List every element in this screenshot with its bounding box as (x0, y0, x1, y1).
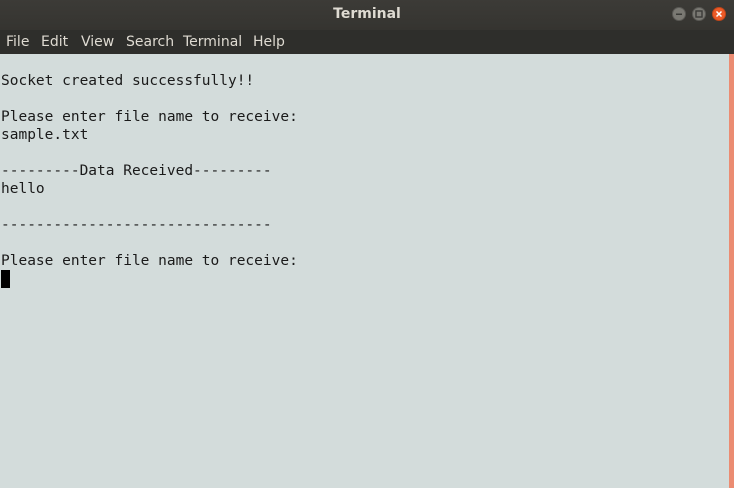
menu-help[interactable]: Help (253, 34, 285, 50)
menu-bar: File Edit View Search Terminal Help (0, 30, 734, 54)
terminal-line: Please enter file name to receive: (1, 253, 298, 269)
terminal-output[interactable]: Socket created successfully!! Please ent… (0, 54, 729, 488)
terminal-line: Please enter file name to receive: (1, 109, 298, 125)
menu-file[interactable]: File (6, 34, 29, 50)
scrollbar[interactable] (729, 54, 734, 488)
maximize-button[interactable] (692, 7, 706, 21)
menu-search[interactable]: Search (126, 34, 174, 50)
close-icon (715, 10, 723, 18)
terminal-line: Socket created successfully!! (1, 73, 255, 89)
maximize-icon (695, 10, 703, 18)
close-button[interactable] (712, 7, 726, 21)
window-title: Terminal (333, 6, 401, 22)
terminal-line: hello (1, 181, 45, 197)
menu-edit[interactable]: Edit (41, 34, 68, 50)
terminal-window: Terminal File Edit View Search Terminal … (0, 0, 734, 488)
title-bar[interactable]: Terminal (0, 0, 734, 30)
terminal-line: ------------------------------- (1, 217, 272, 233)
minimize-icon (676, 13, 682, 15)
terminal-line: sample.txt (1, 127, 89, 143)
menu-view[interactable]: View (81, 34, 114, 50)
terminal-line: ---------Data Received--------- (1, 163, 272, 179)
text-cursor (1, 270, 10, 288)
minimize-button[interactable] (672, 7, 686, 21)
menu-terminal[interactable]: Terminal (183, 34, 242, 50)
